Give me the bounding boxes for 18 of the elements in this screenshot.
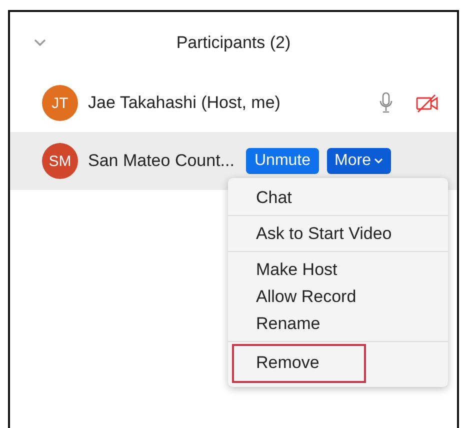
menu-item[interactable]: Allow Record xyxy=(228,283,384,310)
participant-name: Jae Takahashi (Host, me) xyxy=(88,93,280,113)
panel-title: Participants (2) xyxy=(175,33,292,53)
menu-item[interactable]: Rename xyxy=(228,310,348,337)
participant-name: San Mateo Count... xyxy=(88,151,234,171)
caret-icon xyxy=(374,158,383,164)
avatar: JT xyxy=(42,85,78,121)
chevron-down-icon[interactable] xyxy=(34,39,46,47)
menu-item[interactable]: Ask to Start Video xyxy=(228,220,420,247)
avatar: SM xyxy=(42,143,78,179)
participant-row[interactable]: JT Jae Takahashi (Host, me) xyxy=(10,74,457,132)
microphone-icon[interactable] xyxy=(379,92,393,114)
menu-item[interactable]: Make Host xyxy=(228,256,366,283)
more-button[interactable]: More xyxy=(326,148,391,174)
menu-item[interactable]: Remove xyxy=(234,346,364,381)
video-off-icon[interactable] xyxy=(415,93,439,113)
participant-row[interactable]: SM San Mateo Count... Unmute More xyxy=(10,132,457,190)
unmute-button[interactable]: Unmute xyxy=(246,148,319,174)
